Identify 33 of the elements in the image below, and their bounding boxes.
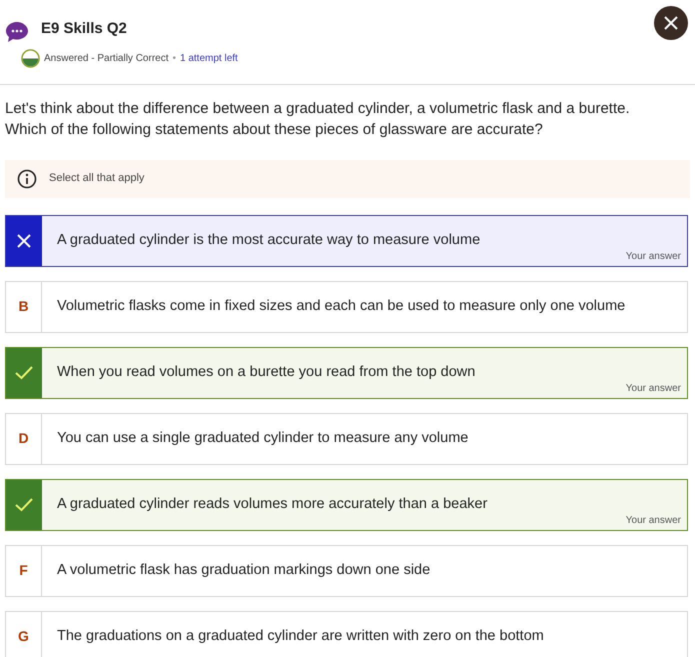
your-answer-label: Your answer bbox=[626, 382, 681, 396]
answer-option[interactable]: B Volumetric flasks come in fixed sizes and each can be used to measure only one volume bbox=[5, 280, 688, 332]
half-filled-circle-icon bbox=[21, 48, 40, 68]
question-text: Let's think about the difference between a graduated cylinder, a volumetric flask and a burette. bbox=[5, 98, 631, 118]
option-text: A graduated cylinder is the most accurate way to measure volume bbox=[57, 230, 480, 250]
option-letter: B bbox=[18, 297, 29, 316]
option-text: The graduations on a graduated cylinder are written with zero on the bottom bbox=[57, 626, 544, 646]
chat-bubble-icon bbox=[5, 20, 29, 44]
info-icon bbox=[17, 168, 37, 188]
quiz-title: E9 Skills Q2 bbox=[41, 19, 128, 39]
your-answer-label: Your answer bbox=[626, 250, 681, 264]
hint-text: Select all that apply bbox=[49, 171, 144, 186]
option-text: A volumetric flask has graduation markings down one side bbox=[57, 560, 430, 580]
separator-dot: • bbox=[172, 52, 176, 66]
answer-option[interactable]: D You can use a single graduated cylinder to measure any volume bbox=[5, 412, 688, 464]
answer-option[interactable]: F A volumetric flask has graduation markings down one side bbox=[5, 544, 688, 596]
your-answer-label: Your answer bbox=[626, 514, 681, 528]
answer-option[interactable]: G The graduations on a graduated cylinder are written with zero on the bottom bbox=[5, 610, 688, 657]
option-letter: F bbox=[19, 561, 28, 580]
option-letter: D bbox=[18, 429, 29, 448]
option-letter: G bbox=[18, 627, 29, 646]
answer-option[interactable]: When you read volumes on a burette you read from the top down Your answer bbox=[5, 346, 688, 398]
answer-status: Answered - Partially Correct bbox=[44, 52, 168, 66]
option-text: You can use a single graduated cylinder to measure any volume bbox=[57, 428, 468, 448]
question-text: Which of the following statements about these pieces of glassware are accurate? bbox=[5, 120, 544, 140]
option-text: Volumetric flasks come in fixed sizes and each can be used to measure only one volume bbox=[57, 296, 626, 316]
attempts-left: 1 attempt left bbox=[180, 52, 238, 66]
option-text: When you read volumes on a burette you read from the top down bbox=[57, 362, 476, 382]
answer-option[interactable]: A graduated cylinder is the most accurate way to measure volume Your answer bbox=[5, 214, 688, 266]
option-text: A graduated cylinder reads volumes more accurately than a beaker bbox=[57, 494, 488, 514]
close-button[interactable] bbox=[654, 6, 688, 40]
answer-option[interactable]: A graduated cylinder reads volumes more accurately than a beaker Your answer bbox=[5, 478, 688, 530]
close-icon bbox=[664, 16, 678, 30]
